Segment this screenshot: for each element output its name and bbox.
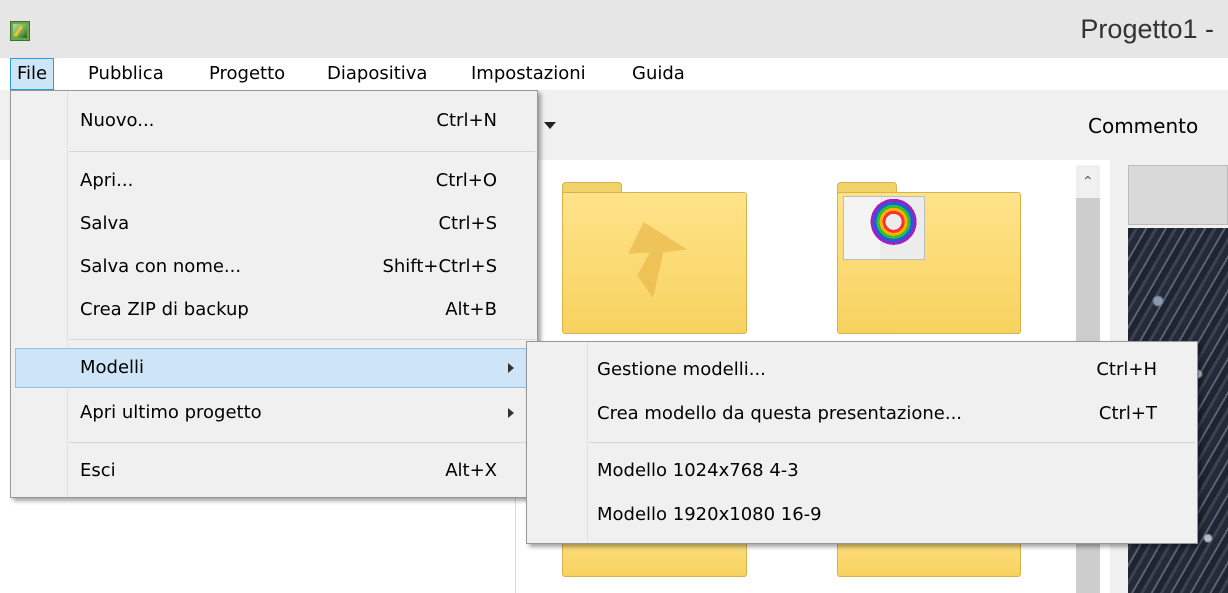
menu-item-shortcut: Ctrl+O <box>435 170 497 191</box>
menu-item-shortcut: Ctrl+S <box>438 213 497 234</box>
menu-item-crea-zip[interactable]: Crea ZIP di backup Alt+B <box>11 290 537 330</box>
menu-separator <box>589 442 1195 443</box>
menu-item-label: Salva con nome... <box>80 256 242 277</box>
menu-bar: File Pubblica Progetto Diapositiva Impos… <box>0 58 1228 90</box>
menu-item-shortcut: Ctrl+T <box>1098 403 1157 424</box>
menu-progetto[interactable]: Progetto <box>203 58 291 90</box>
menu-file[interactable]: File <box>10 58 55 90</box>
comment-label: Commento <box>1088 114 1199 138</box>
menu-item-salva-con-nome[interactable]: Salva con nome... Shift+Ctrl+S <box>11 247 537 287</box>
menu-item-label: Modello 1024x768 4-3 <box>597 460 799 481</box>
preview-header <box>1128 165 1228 225</box>
dropdown-arrow-icon[interactable] <box>544 122 556 129</box>
app-icon[interactable] <box>10 21 30 41</box>
menu-separator <box>69 339 535 340</box>
menu-item-label: Salva <box>80 213 130 234</box>
folder-thumbnail <box>843 196 925 260</box>
menu-item-apri-ultimo-progetto[interactable]: Apri ultimo progetto <box>11 393 537 433</box>
submenu-item-modello-1024[interactable]: Modello 1024x768 4-3 <box>527 451 1197 491</box>
menu-item-label: Crea ZIP di backup <box>80 299 249 320</box>
menu-item-shortcut: Alt+X <box>445 460 497 481</box>
menu-separator <box>69 151 535 152</box>
submenu-item-gestione-modelli[interactable]: Gestione modelli... Ctrl+H <box>527 350 1197 390</box>
menu-item-modelli[interactable]: Modelli <box>15 348 533 388</box>
submenu-arrow-icon <box>508 408 514 418</box>
menu-separator <box>69 442 535 443</box>
menu-item-nuovo[interactable]: Nuovo... Ctrl+N <box>11 101 537 141</box>
window-title: Progetto1 - <box>1080 14 1214 44</box>
scroll-up-arrow-icon[interactable]: ⌃ <box>1082 174 1094 190</box>
file-menu: Nuovo... Ctrl+N Apri... Ctrl+O Salva Ctr… <box>10 90 538 498</box>
menu-item-label: Nuovo... <box>80 110 155 131</box>
menu-item-shortcut: Ctrl+H <box>1096 359 1157 380</box>
menu-pubblica[interactable]: Pubblica <box>82 58 170 90</box>
menu-item-label: Crea modello da questa presentazione... <box>597 403 963 424</box>
menu-item-label: Apri... <box>80 170 134 191</box>
menu-item-label: Modelli <box>80 357 145 378</box>
title-bar: Progetto1 - <box>0 0 1228 58</box>
menu-item-label: Apri ultimo progetto <box>80 402 262 423</box>
menu-guida[interactable]: Guida <box>626 58 691 90</box>
menu-impostazioni[interactable]: Impostazioni <box>465 58 592 90</box>
menu-item-label: Modello 1920x1080 16-9 <box>597 504 822 525</box>
menu-item-label: Gestione modelli... <box>597 359 766 380</box>
menu-diapositiva[interactable]: Diapositiva <box>321 58 433 90</box>
submenu-item-crea-modello[interactable]: Crea modello da questa presentazione... … <box>527 394 1197 434</box>
submenu-item-modello-1920[interactable]: Modello 1920x1080 16-9 <box>527 495 1197 535</box>
menu-item-salva[interactable]: Salva Ctrl+S <box>11 204 537 244</box>
menu-item-shortcut: Ctrl+N <box>436 110 497 131</box>
menu-item-shortcut: Alt+B <box>445 299 497 320</box>
modelli-submenu: Gestione modelli... Ctrl+H Crea modello … <box>526 341 1198 544</box>
menu-item-shortcut: Shift+Ctrl+S <box>382 256 497 277</box>
submenu-arrow-icon <box>508 363 514 373</box>
menu-item-label: Esci <box>80 460 116 481</box>
menu-item-esci[interactable]: Esci Alt+X <box>11 451 537 491</box>
menu-item-apri[interactable]: Apri... Ctrl+O <box>11 161 537 201</box>
